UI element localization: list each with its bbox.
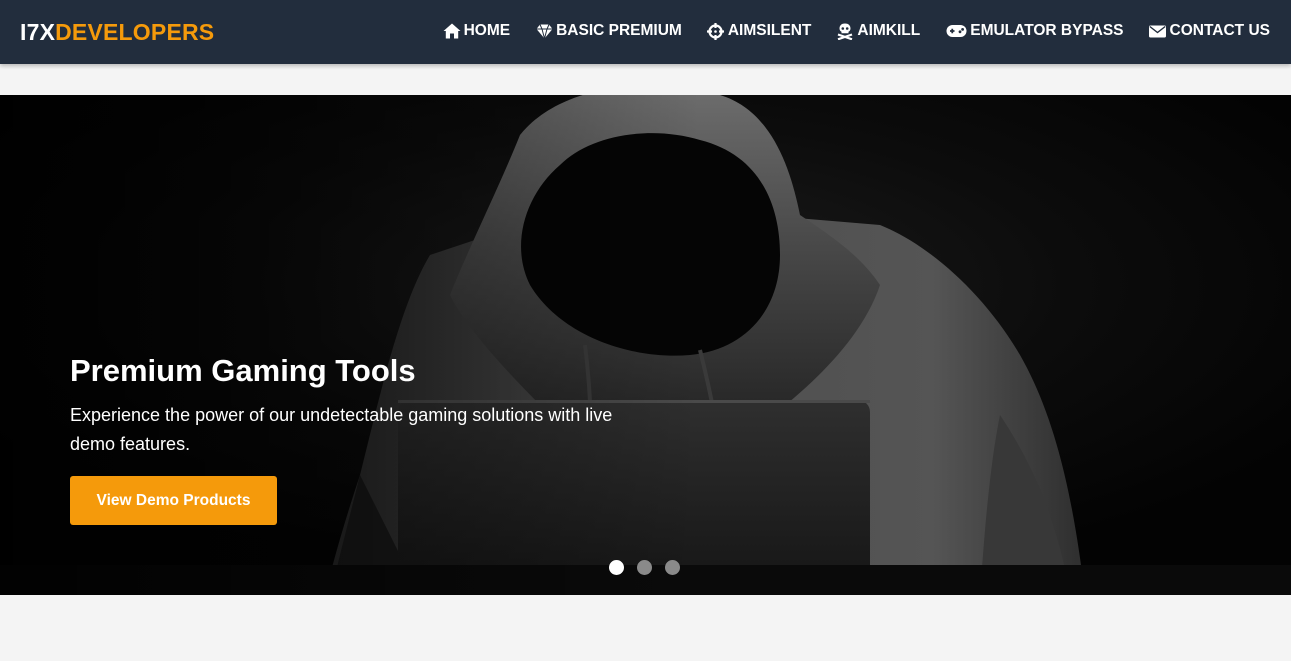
nav-item-home[interactable]: HOME <box>443 22 511 40</box>
carousel-indicators <box>609 560 693 575</box>
nav-item-label: HOME <box>463 22 511 39</box>
navbar: I7XDEVELOPERS HOME BASIC PREMIUM AIMSILE… <box>0 0 1291 64</box>
gem-icon <box>535 22 553 40</box>
nav-item-label: BASIC PREMIUM <box>556 22 682 39</box>
hero-carousel: Premium Gaming Tools Experience the powe… <box>0 95 1291 595</box>
brand-name-part1: I7X <box>20 19 56 45</box>
envelope-icon <box>1149 22 1167 40</box>
main-nav: HOME BASIC PREMIUM AIMSILENT AIMKILL EMU… <box>443 20 1270 42</box>
carousel-dot-3[interactable] <box>665 560 680 575</box>
nav-item-label: AIMKILL <box>857 22 921 39</box>
nav-item-aimsilent[interactable]: AIMSILENT <box>707 22 812 40</box>
nav-item-contact-us[interactable]: CONTACT US <box>1149 22 1270 40</box>
brand-name-part2: DEVELOPERS <box>55 19 215 45</box>
view-demo-products-button[interactable]: View Demo Products <box>70 476 277 525</box>
nav-item-label: CONTACT US <box>1169 22 1270 39</box>
nav-item-aimkill[interactable]: AIMKILL <box>836 22 920 40</box>
home-icon <box>443 22 461 40</box>
nav-item-emulator-bypass[interactable]: EMULATOR BYPASS <box>945 22 1124 40</box>
nav-item-label: EMULATOR BYPASS <box>970 22 1124 39</box>
brand-logo[interactable]: I7XDEVELOPERS <box>20 18 214 46</box>
carousel-dot-2[interactable] <box>637 560 652 575</box>
hero-caption: Premium Gaming Tools Experience the powe… <box>70 351 650 459</box>
nav-item-basic-premium[interactable]: BASIC PREMIUM <box>535 22 682 40</box>
gamepad-icon <box>945 22 967 40</box>
nav-item-label: AIMSILENT <box>727 22 812 39</box>
carousel-dot-1[interactable] <box>609 560 624 575</box>
hero-title: Premium Gaming Tools <box>70 353 416 388</box>
crosshairs-icon <box>707 22 725 40</box>
hero-description: Experience the power of our undetectable… <box>70 405 613 454</box>
skull-crossbones-icon <box>836 22 854 40</box>
